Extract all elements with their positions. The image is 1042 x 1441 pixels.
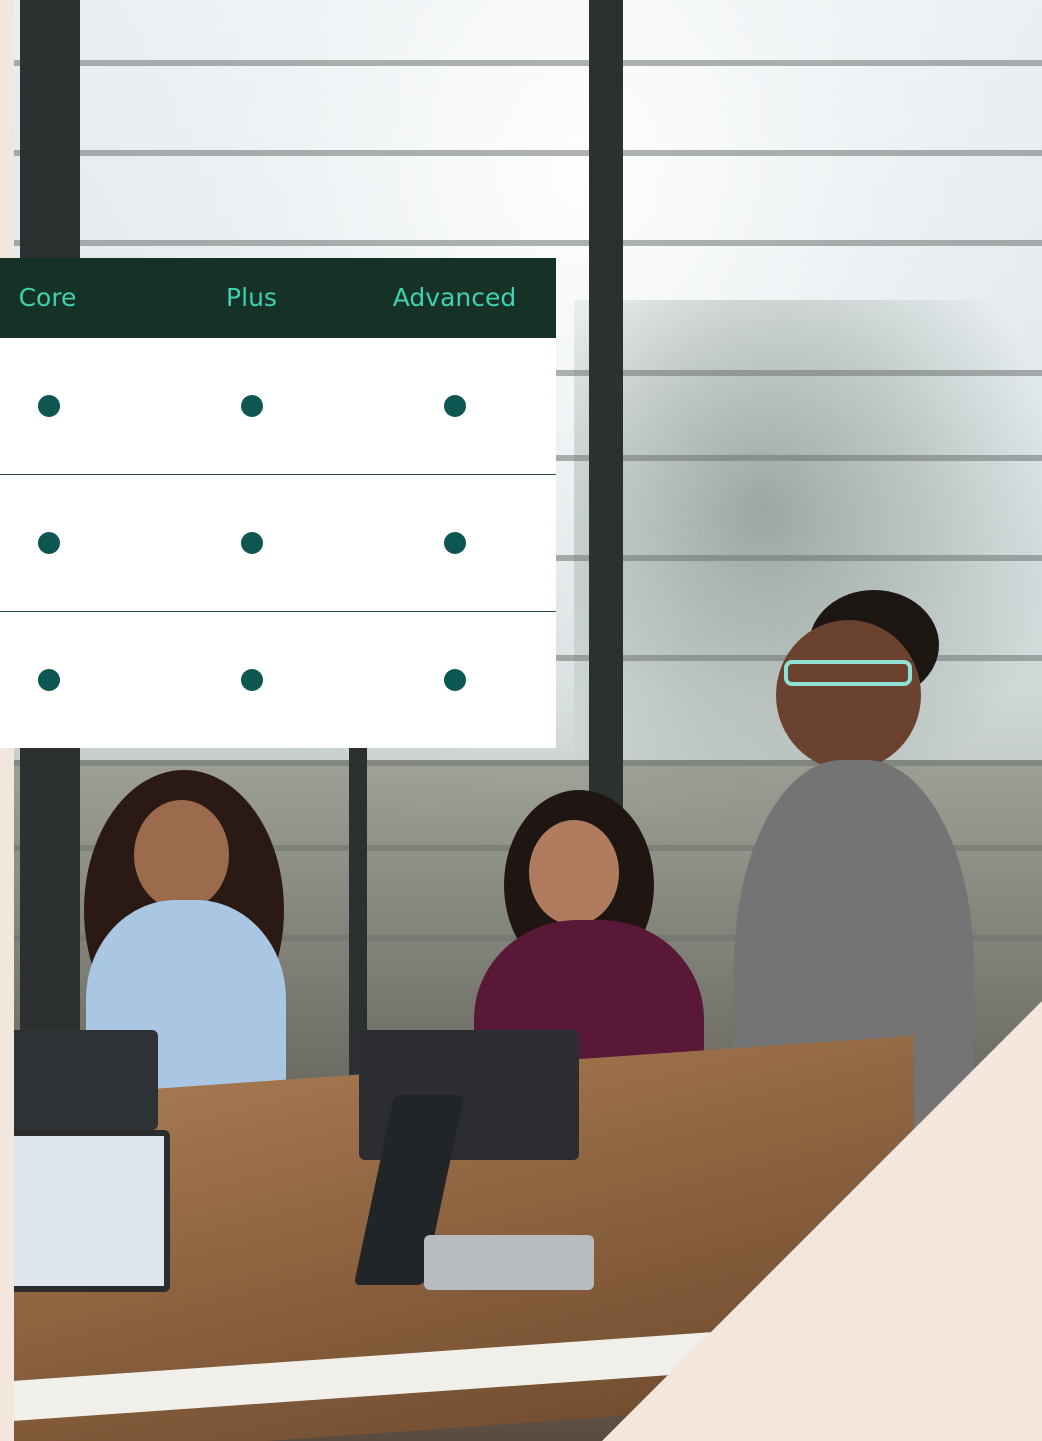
window-rail (14, 150, 1042, 156)
included-dot (241, 395, 263, 417)
included-dot (241, 532, 263, 554)
included-dot (38, 532, 60, 554)
included-dot (38, 395, 60, 417)
table-row (0, 475, 556, 612)
laptop-keyboard (424, 1235, 594, 1290)
included-dot (444, 669, 466, 691)
person-face (529, 820, 619, 925)
window-rail (14, 240, 1042, 246)
glasses (784, 660, 912, 686)
laptop-screen (14, 1130, 170, 1292)
included-dot (444, 395, 466, 417)
person-face (134, 800, 229, 910)
person-face (776, 620, 921, 770)
column-header-core: Core (18, 283, 77, 312)
column-header-advanced: Advanced (392, 283, 517, 312)
included-dot (241, 669, 263, 691)
included-dot (38, 669, 60, 691)
table-row (0, 612, 556, 748)
plan-comparison-table: Core Plus Advanced (0, 258, 556, 748)
table-row (0, 338, 556, 475)
window-rail (14, 60, 1042, 66)
window-frame (349, 740, 367, 1080)
column-header-plus: Plus (226, 283, 277, 312)
included-dot (444, 532, 466, 554)
window-frame (589, 0, 623, 900)
table-header: Core Plus Advanced (0, 258, 556, 338)
laptop (14, 1030, 158, 1130)
